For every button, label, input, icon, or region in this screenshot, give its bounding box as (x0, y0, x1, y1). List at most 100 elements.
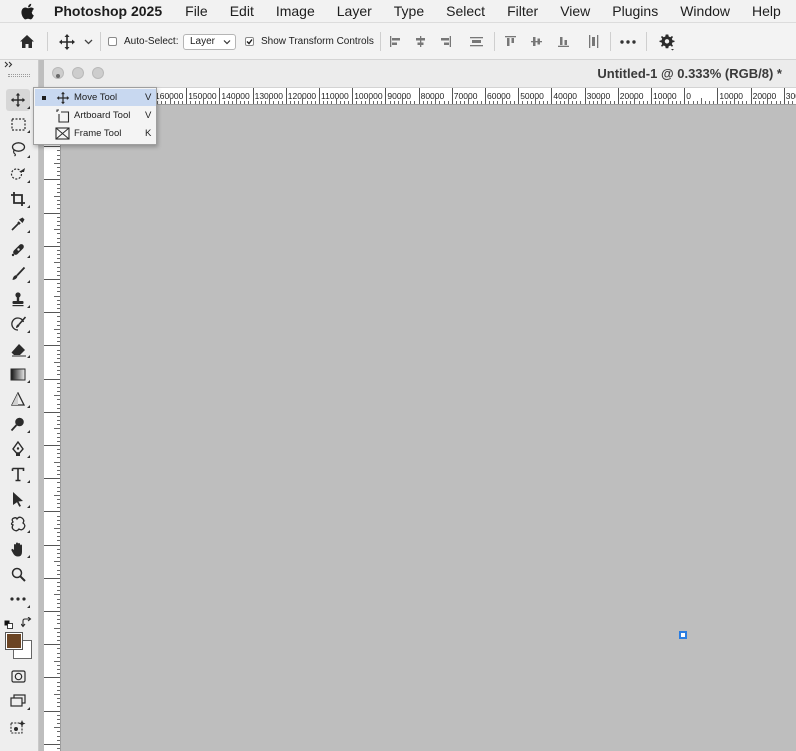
flyout-item-artboard-tool[interactable]: Artboard Tool V (35, 107, 156, 124)
lasso-icon[interactable] (6, 138, 30, 160)
custom-shape-icon[interactable] (6, 513, 30, 535)
menu-view[interactable]: View (549, 3, 601, 19)
brush-icon[interactable] (6, 263, 30, 285)
history-brush-icon[interactable] (6, 313, 30, 335)
hand-icon[interactable] (6, 538, 30, 560)
align-left-icon[interactable] (389, 23, 402, 60)
blur-icon[interactable] (6, 388, 30, 410)
ruler-minor-tick (696, 101, 698, 104)
object-selection-icon[interactable] (6, 163, 30, 185)
minimize-window-button[interactable] (72, 67, 84, 79)
menu-select[interactable]: Select (435, 3, 496, 19)
generative-fill-icon[interactable] (6, 716, 30, 738)
ruler-minor-tick (609, 101, 611, 104)
gradient-icon[interactable] (6, 363, 30, 385)
ruler-minor-tick (381, 101, 383, 104)
show-transform-checkbox[interactable] (245, 23, 254, 60)
flyout-item-label: Move Tool (74, 92, 118, 103)
ruler-minor-tick (165, 101, 167, 104)
menu-image[interactable]: Image (265, 3, 326, 19)
align-horizontal-center-icon[interactable] (414, 23, 427, 60)
ruler-minor-tick (57, 689, 60, 691)
close-window-button[interactable] (52, 67, 64, 79)
menu-layer[interactable]: Layer (326, 3, 383, 19)
path-selection-icon[interactable] (6, 488, 30, 510)
panel-grip[interactable] (8, 74, 30, 77)
separator (380, 32, 381, 51)
selection-handle[interactable] (679, 631, 687, 639)
app-name-menu[interactable]: Photoshop 2025 (54, 3, 174, 19)
screen-mode-icon[interactable] (6, 690, 30, 712)
document-title-bar[interactable]: Untitled-1 @ 0.333% (RGB/8) * (44, 60, 796, 88)
ruler-minor-tick (57, 349, 60, 351)
foreground-color-swatch[interactable] (5, 632, 23, 650)
menu-filter[interactable]: Filter (496, 3, 549, 19)
ruler-minor-tick (505, 101, 507, 104)
home-icon[interactable] (19, 23, 35, 60)
ruler-major-tick (44, 212, 60, 214)
eraser-icon[interactable] (6, 338, 30, 360)
quick-mask-icon[interactable] (6, 665, 30, 687)
zoom-icon[interactable] (6, 563, 30, 585)
distribute-vertical-icon[interactable] (469, 23, 484, 60)
align-top-icon[interactable] (504, 23, 517, 60)
auto-select-target-dropdown[interactable]: Layer (183, 23, 236, 60)
ruler-minor-tick (364, 101, 366, 104)
ruler-minor-tick (709, 101, 711, 104)
menu-window[interactable]: Window (669, 3, 741, 19)
ruler-minor-tick (534, 98, 536, 104)
ruler-minor-tick (57, 465, 60, 467)
zoom-window-button[interactable] (92, 67, 104, 79)
menu-plugins[interactable]: Plugins (601, 3, 669, 19)
ruler-major-tick (44, 312, 60, 314)
ruler-major-tick (44, 677, 60, 679)
type-icon[interactable] (6, 463, 30, 485)
align-right-icon[interactable] (439, 23, 452, 60)
flyout-item-frame-tool[interactable]: Frame Tool K (35, 125, 156, 142)
menu-help[interactable]: Help (741, 3, 792, 19)
menu-file[interactable]: File (174, 3, 219, 19)
ruler-minor-tick (57, 266, 60, 268)
distribute-horizontal-icon[interactable] (587, 23, 600, 60)
ruler-minor-tick (57, 557, 60, 559)
ruler-minor-tick (572, 101, 574, 104)
crop-icon[interactable] (6, 188, 30, 210)
ruler-minor-tick (57, 602, 60, 604)
move-tool-preset-icon[interactable] (58, 23, 76, 60)
menu-type[interactable]: Type (383, 3, 435, 19)
ruler-minor-tick (638, 101, 640, 104)
collapse-panel-icon[interactable] (4, 60, 13, 70)
ruler-minor-tick (281, 101, 283, 104)
apple-menu-icon[interactable] (0, 0, 54, 23)
ruler-minor-tick (671, 101, 673, 104)
ruler-minor-tick (57, 274, 60, 276)
preset-chevron-down-icon[interactable] (84, 23, 93, 60)
rectangular-marquee-icon[interactable] (6, 113, 30, 135)
show-transform-checkbox-box[interactable] (245, 37, 254, 46)
vertical-ruler[interactable] (44, 105, 61, 751)
dodge-icon[interactable] (6, 413, 30, 435)
clone-stamp-icon[interactable] (6, 288, 30, 310)
more-options-icon[interactable] (620, 23, 636, 60)
auto-select-checkbox[interactable] (108, 23, 117, 60)
ruler-minor-tick (742, 101, 744, 104)
ruler-label: 20000 (752, 91, 777, 101)
gear-icon[interactable] (659, 23, 675, 60)
ruler-major-tick (44, 710, 60, 712)
pen-icon[interactable] (6, 438, 30, 460)
swap-colors-icon[interactable] (20, 615, 33, 628)
frame-icon (55, 126, 70, 141)
align-vertical-center-icon[interactable] (530, 23, 543, 60)
ruler-minor-tick (54, 494, 60, 496)
align-bottom-icon[interactable] (557, 23, 570, 60)
default-colors-icon[interactable] (4, 616, 13, 629)
ruler-major-tick (717, 88, 719, 104)
more-tools-icon[interactable] (6, 588, 30, 610)
eyedropper-icon[interactable] (6, 213, 30, 235)
auto-select-checkbox-box[interactable] (108, 37, 117, 46)
flyout-item-move-tool[interactable]: Move Tool V (35, 89, 156, 106)
spot-healing-brush-icon[interactable] (6, 238, 30, 260)
menu-edit[interactable]: Edit (219, 3, 265, 19)
canvas-area[interactable] (61, 105, 796, 751)
move-tool-icon[interactable] (6, 89, 30, 111)
